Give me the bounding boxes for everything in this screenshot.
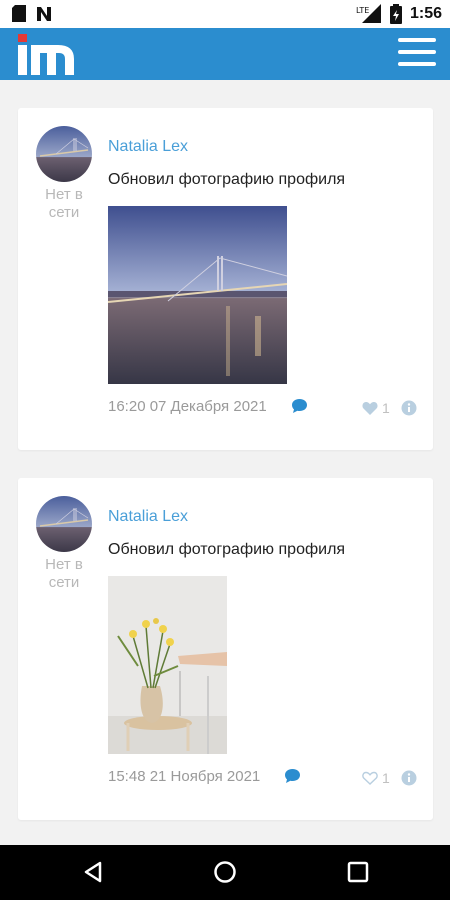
avatar[interactable] bbox=[36, 126, 92, 182]
post-author-link[interactable]: Natalia Lex bbox=[108, 508, 188, 526]
back-icon[interactable] bbox=[80, 859, 106, 885]
bridge-photo[interactable] bbox=[108, 206, 287, 384]
comment-icon[interactable] bbox=[291, 398, 308, 414]
avatar[interactable] bbox=[36, 496, 92, 552]
like-button[interactable]: 1 bbox=[362, 770, 390, 786]
post-text: Обновил фотографию профиля bbox=[108, 171, 346, 188]
status-time: 1:56 bbox=[409, 5, 442, 22]
post-author-link[interactable]: Natalia Lex bbox=[108, 138, 188, 156]
info-icon[interactable] bbox=[401, 770, 417, 786]
lte-signal-icon: LTE bbox=[356, 4, 381, 23]
svg-text:LTE: LTE bbox=[356, 6, 369, 15]
comment-icon[interactable] bbox=[284, 768, 301, 784]
like-count: 1 bbox=[382, 770, 390, 786]
post-card: Нет в сети Natalia Lex Обновил фотографи… bbox=[18, 108, 433, 450]
heart-outline-icon bbox=[362, 771, 378, 785]
hamburger-menu-icon[interactable] bbox=[398, 38, 436, 72]
n-notification-icon bbox=[37, 6, 51, 21]
like-button[interactable]: 1 bbox=[362, 400, 390, 416]
home-icon[interactable] bbox=[212, 859, 238, 885]
like-count: 1 bbox=[382, 400, 390, 416]
presence-status: Нет в сети bbox=[45, 556, 83, 591]
status-bar: LTE 1:56 bbox=[0, 0, 450, 28]
sd-card-icon bbox=[12, 5, 26, 22]
flowers-photo[interactable] bbox=[108, 576, 227, 754]
post-text: Обновил фотографию профиля bbox=[108, 541, 346, 558]
post-timestamp: 15:48 21 Ноября 2021 bbox=[108, 768, 261, 785]
heart-icon bbox=[362, 402, 378, 415]
presence-status: Нет в сети bbox=[45, 186, 83, 221]
post-card: Нет в сети Natalia Lex Обновил фотографи… bbox=[18, 478, 433, 820]
system-nav-bar bbox=[0, 845, 450, 900]
im-logo-icon[interactable] bbox=[16, 34, 76, 76]
recents-icon[interactable] bbox=[345, 859, 371, 885]
post-timestamp: 16:20 07 Декабря 2021 bbox=[108, 398, 267, 415]
battery-icon bbox=[389, 4, 402, 24]
info-icon[interactable] bbox=[401, 400, 417, 416]
